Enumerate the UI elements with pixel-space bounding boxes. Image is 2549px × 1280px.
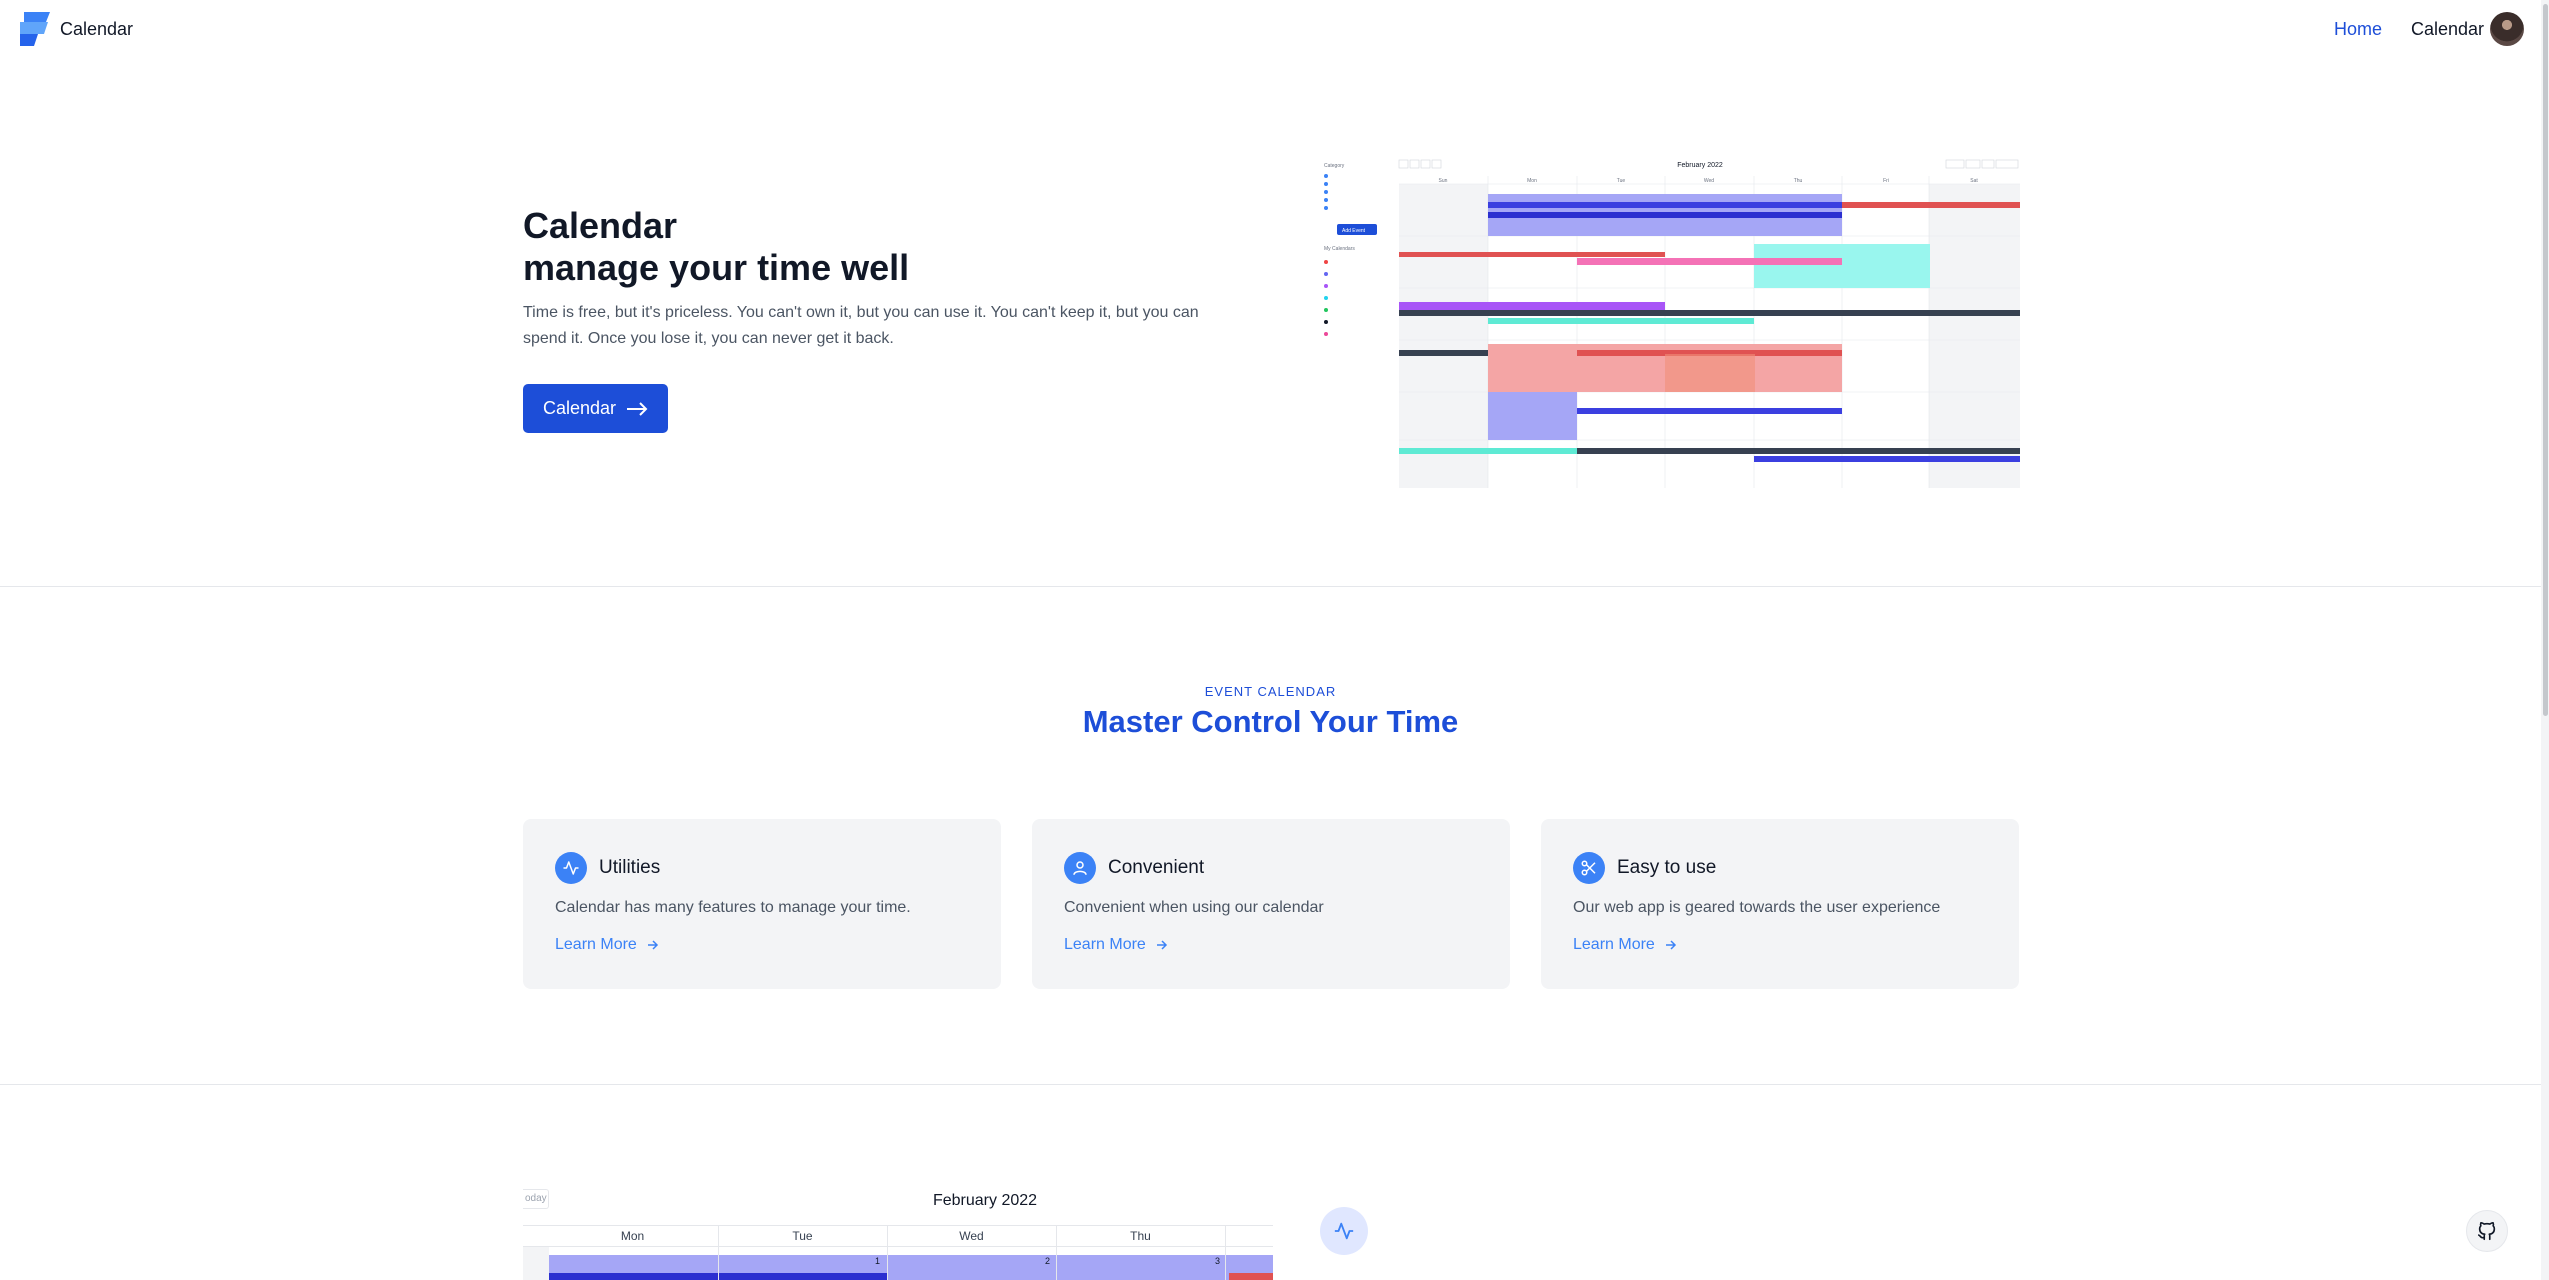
date-label: 2 xyxy=(1045,1256,1051,1266)
column-divider xyxy=(718,1225,719,1280)
section-divider xyxy=(0,1084,2541,1085)
column-divider xyxy=(1225,1225,1226,1280)
activity-icon xyxy=(555,852,587,884)
feature-card-utilities: Utilities Calendar has many features to … xyxy=(523,819,1001,989)
card-text: Calendar has many features to manage you… xyxy=(555,899,911,916)
event-bar[interactable] xyxy=(1229,1273,1273,1280)
hero-title-line1: Calendar xyxy=(523,205,678,246)
nav-link-calendar[interactable]: Calendar xyxy=(2411,19,2484,40)
arrow-right-icon xyxy=(647,940,658,950)
user-avatar[interactable] xyxy=(2490,12,2524,46)
svg-text:Category: Category xyxy=(1324,163,1345,169)
learn-more-link[interactable]: Learn More xyxy=(555,936,659,954)
section-eyebrow: EVENT CALENDAR xyxy=(1204,684,1337,699)
weekday-thu: Thu xyxy=(1130,1229,1151,1243)
section-divider xyxy=(0,586,2541,587)
weekday-header-row: Mon Tue Wed Thu xyxy=(523,1225,1273,1247)
calendar-month-label: February 2022 xyxy=(932,1192,1038,1209)
arrow-right-icon xyxy=(1156,940,1167,950)
activity-icon xyxy=(1320,1207,1368,1255)
weekday-mon: Mon xyxy=(620,1229,645,1243)
weekday-wed: Wed xyxy=(959,1229,984,1243)
calendar-preview-image: Category Add Event My Calendars February… xyxy=(1322,158,2020,488)
learn-more-link[interactable]: Learn More xyxy=(1573,936,1677,954)
top-nav: Calendar Home Calendar xyxy=(0,0,2549,60)
card-text: Convenient when using our calendar xyxy=(1064,899,1324,916)
nav-link-home[interactable]: Home xyxy=(2334,19,2382,40)
svg-text:Fri: Fri xyxy=(1883,178,1889,184)
card-text: Our web app is geared towards the user e… xyxy=(1573,899,1941,916)
hero-description: Time is free, but it's priceless. You ca… xyxy=(523,304,1199,347)
card-title: Utilities xyxy=(599,857,661,878)
arrow-right-icon xyxy=(1665,940,1676,950)
date-label: 1 xyxy=(875,1256,881,1266)
hero-title-line2: manage your time well xyxy=(523,247,910,288)
card-title: Convenient xyxy=(1108,857,1205,878)
card-title: Easy to use xyxy=(1617,857,1717,878)
github-icon[interactable] xyxy=(2466,1210,2508,1252)
svg-text:My Calendars: My Calendars xyxy=(1324,246,1355,252)
hero-title: Calendar manage your time well xyxy=(523,205,909,289)
date-label: 3 xyxy=(1215,1256,1221,1266)
calendar-logo-icon[interactable] xyxy=(18,10,52,48)
arrow-right-icon xyxy=(627,401,648,416)
svg-text:Tue: Tue xyxy=(1617,178,1626,184)
preview-add-event: Add Event xyxy=(1342,228,1366,234)
calendar-preview-section: oday February 2022 Mon Tue Wed Thu 1 2 3 xyxy=(523,1185,1273,1280)
svg-text:Mon: Mon xyxy=(1527,178,1537,184)
svg-text:Wed: Wed xyxy=(1704,178,1714,184)
brand-name[interactable]: Calendar xyxy=(60,19,133,40)
scissors-icon xyxy=(1573,852,1605,884)
feature-card-convenient: Convenient Convenient when using our cal… xyxy=(1032,819,1510,989)
column-divider xyxy=(887,1225,888,1280)
learn-more-link[interactable]: Learn More xyxy=(1064,936,1168,954)
svg-text:Thu: Thu xyxy=(1794,178,1803,184)
column-divider xyxy=(1056,1225,1057,1280)
weekday-tue: Tue xyxy=(792,1229,813,1243)
calendar-cta-label: Calendar xyxy=(542,398,617,418)
section-title: Master Control Your Time xyxy=(1082,704,1459,739)
user-icon xyxy=(1064,852,1096,884)
feature-card-easy-to-use: Easy to use Our web app is geared toward… xyxy=(1541,819,2019,989)
svg-text:Sun: Sun xyxy=(1439,178,1448,184)
learn-more-label: Learn More xyxy=(555,936,637,953)
calendar-cta-button[interactable]: Calendar xyxy=(523,384,668,433)
learn-more-label: Learn More xyxy=(1064,936,1146,953)
preview-month-label: February 2022 xyxy=(1677,162,1723,169)
preview-sidebar: Category Add Event My Calendars xyxy=(1324,163,1377,336)
svg-text:Sat: Sat xyxy=(1970,178,1978,184)
sunday-cell xyxy=(523,1247,549,1280)
learn-more-label: Learn More xyxy=(1573,936,1655,953)
scrollbar-thumb[interactable] xyxy=(2543,4,2548,716)
